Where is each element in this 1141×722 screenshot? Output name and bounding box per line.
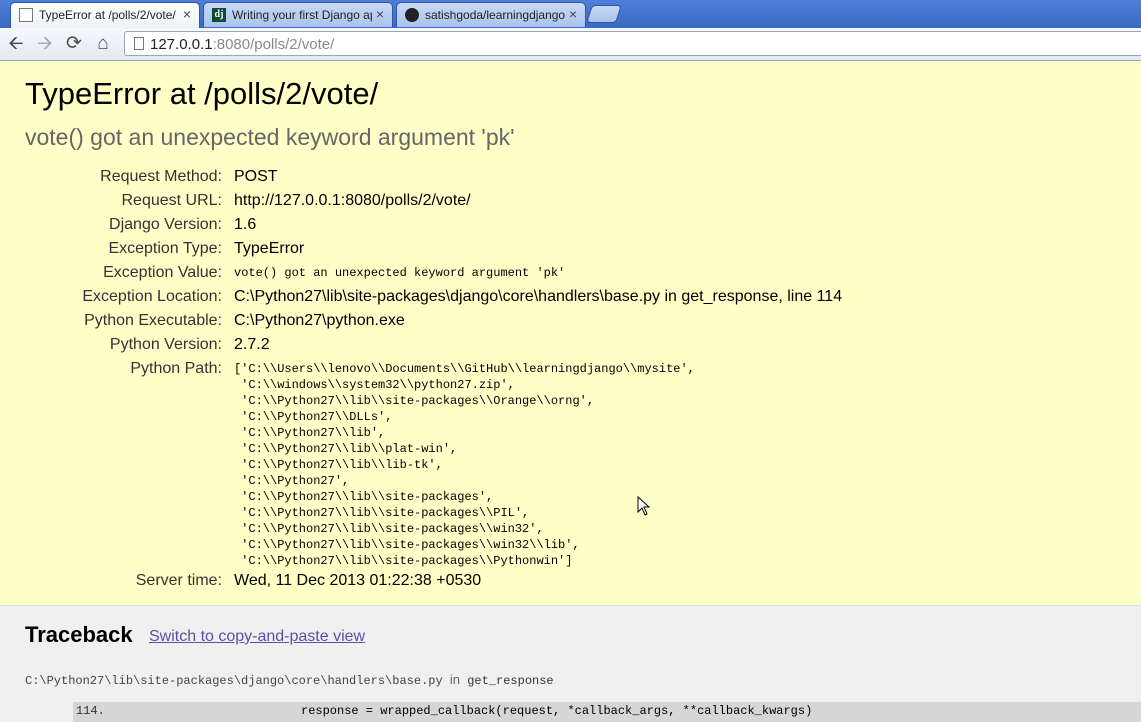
meta-value: vote() got an unexpected keyword argumen… xyxy=(234,266,566,280)
meta-label: Server time: xyxy=(135,572,222,589)
meta-value: C:\Python27\lib\site-packages\django\cor… xyxy=(234,288,843,305)
meta-value: 1.6 xyxy=(234,216,257,233)
django-icon: dj xyxy=(212,8,226,22)
tab-title: Writing your first Django app xyxy=(232,8,372,22)
tab-typeerror[interactable]: TypeError at /polls/2/vote/ × xyxy=(10,2,200,28)
error-summary: TypeError at /polls/2/vote/ vote() got a… xyxy=(0,61,1141,606)
forward-icon[interactable]: 🡪 xyxy=(33,32,57,56)
meta-label: Python Path: xyxy=(130,360,222,377)
error-message: vote() got an unexpected keyword argumen… xyxy=(25,124,515,150)
github-icon xyxy=(405,8,419,22)
python-path-value: ['C:\\Users\\lenovo\\Documents\\GitHub\\… xyxy=(234,362,695,568)
frame-location: C:\Python27\lib\site-packages\django\cor… xyxy=(25,672,554,688)
traceback-heading: Traceback xyxy=(25,622,133,647)
close-tab-icon[interactable]: × xyxy=(376,6,384,22)
meta-label: Exception Location: xyxy=(82,288,222,305)
back-icon[interactable]: 🡨 xyxy=(4,32,28,56)
mouse-cursor-icon xyxy=(637,496,651,516)
tab-github[interactable]: satishgoda/learningdjango × xyxy=(396,2,586,27)
tab-django-tutorial[interactable]: dj Writing your first Django app × xyxy=(203,2,393,27)
page-title: TypeError at /polls/2/vote/ xyxy=(25,76,379,111)
meta-label: Request Method: xyxy=(100,168,222,185)
meta-label: Exception Type: xyxy=(108,240,222,257)
meta-value: TypeError xyxy=(234,240,305,257)
page-icon xyxy=(19,8,33,22)
frame-file-path: C:\Python27\lib\site-packages\django\cor… xyxy=(25,674,443,688)
meta-label: Django Version: xyxy=(109,216,222,233)
reload-icon[interactable]: ⟳ xyxy=(62,32,86,56)
meta-value: 2.7.2 xyxy=(234,336,270,353)
meta-label: Python Executable: xyxy=(84,312,222,329)
meta-value: http://127.0.0.1:8080/polls/2/vote/ xyxy=(234,192,471,209)
tab-title: satishgoda/learningdjango xyxy=(425,8,565,22)
code-line: response = wrapped_callback(request, *ca… xyxy=(301,704,813,718)
new-tab-button[interactable] xyxy=(586,5,622,23)
page-icon xyxy=(134,37,144,50)
meta-label: Request URL: xyxy=(121,192,223,209)
close-tab-icon[interactable]: × xyxy=(183,6,191,22)
copy-paste-view-link[interactable]: Switch to copy-and-paste view xyxy=(149,628,365,646)
meta-value: Wed, 11 Dec 2013 01:22:38 +0530 xyxy=(234,572,482,589)
meta-label: Exception Value: xyxy=(103,264,222,281)
browser-toolbar: 🡨 🡪 ⟳ ⌂ 127.0.0.1:8080/polls/2/vote/ xyxy=(0,28,1141,61)
meta-value: POST xyxy=(234,168,278,185)
url-text[interactable]: 127.0.0.1:8080/polls/2/vote/ xyxy=(150,36,334,53)
meta-label: Python Version: xyxy=(109,336,222,353)
frame-in-word: in xyxy=(449,672,460,687)
tab-strip: TypeError at /polls/2/vote/ × dj Writing… xyxy=(0,0,1141,28)
tab-title: TypeError at /polls/2/vote/ xyxy=(39,8,176,22)
traceback-section: Traceback Switch to copy-and-paste view … xyxy=(0,606,1141,722)
meta-value: C:\Python27\python.exe xyxy=(234,312,405,329)
line-number: 114. xyxy=(76,704,105,718)
close-tab-icon[interactable]: × xyxy=(569,6,577,22)
frame-function: get_response xyxy=(467,674,554,688)
context-line[interactable]: 114. response = wrapped_callback(request… xyxy=(73,702,1141,722)
address-bar[interactable]: 127.0.0.1:8080/polls/2/vote/ xyxy=(124,31,1141,56)
home-icon[interactable]: ⌂ xyxy=(91,32,115,56)
